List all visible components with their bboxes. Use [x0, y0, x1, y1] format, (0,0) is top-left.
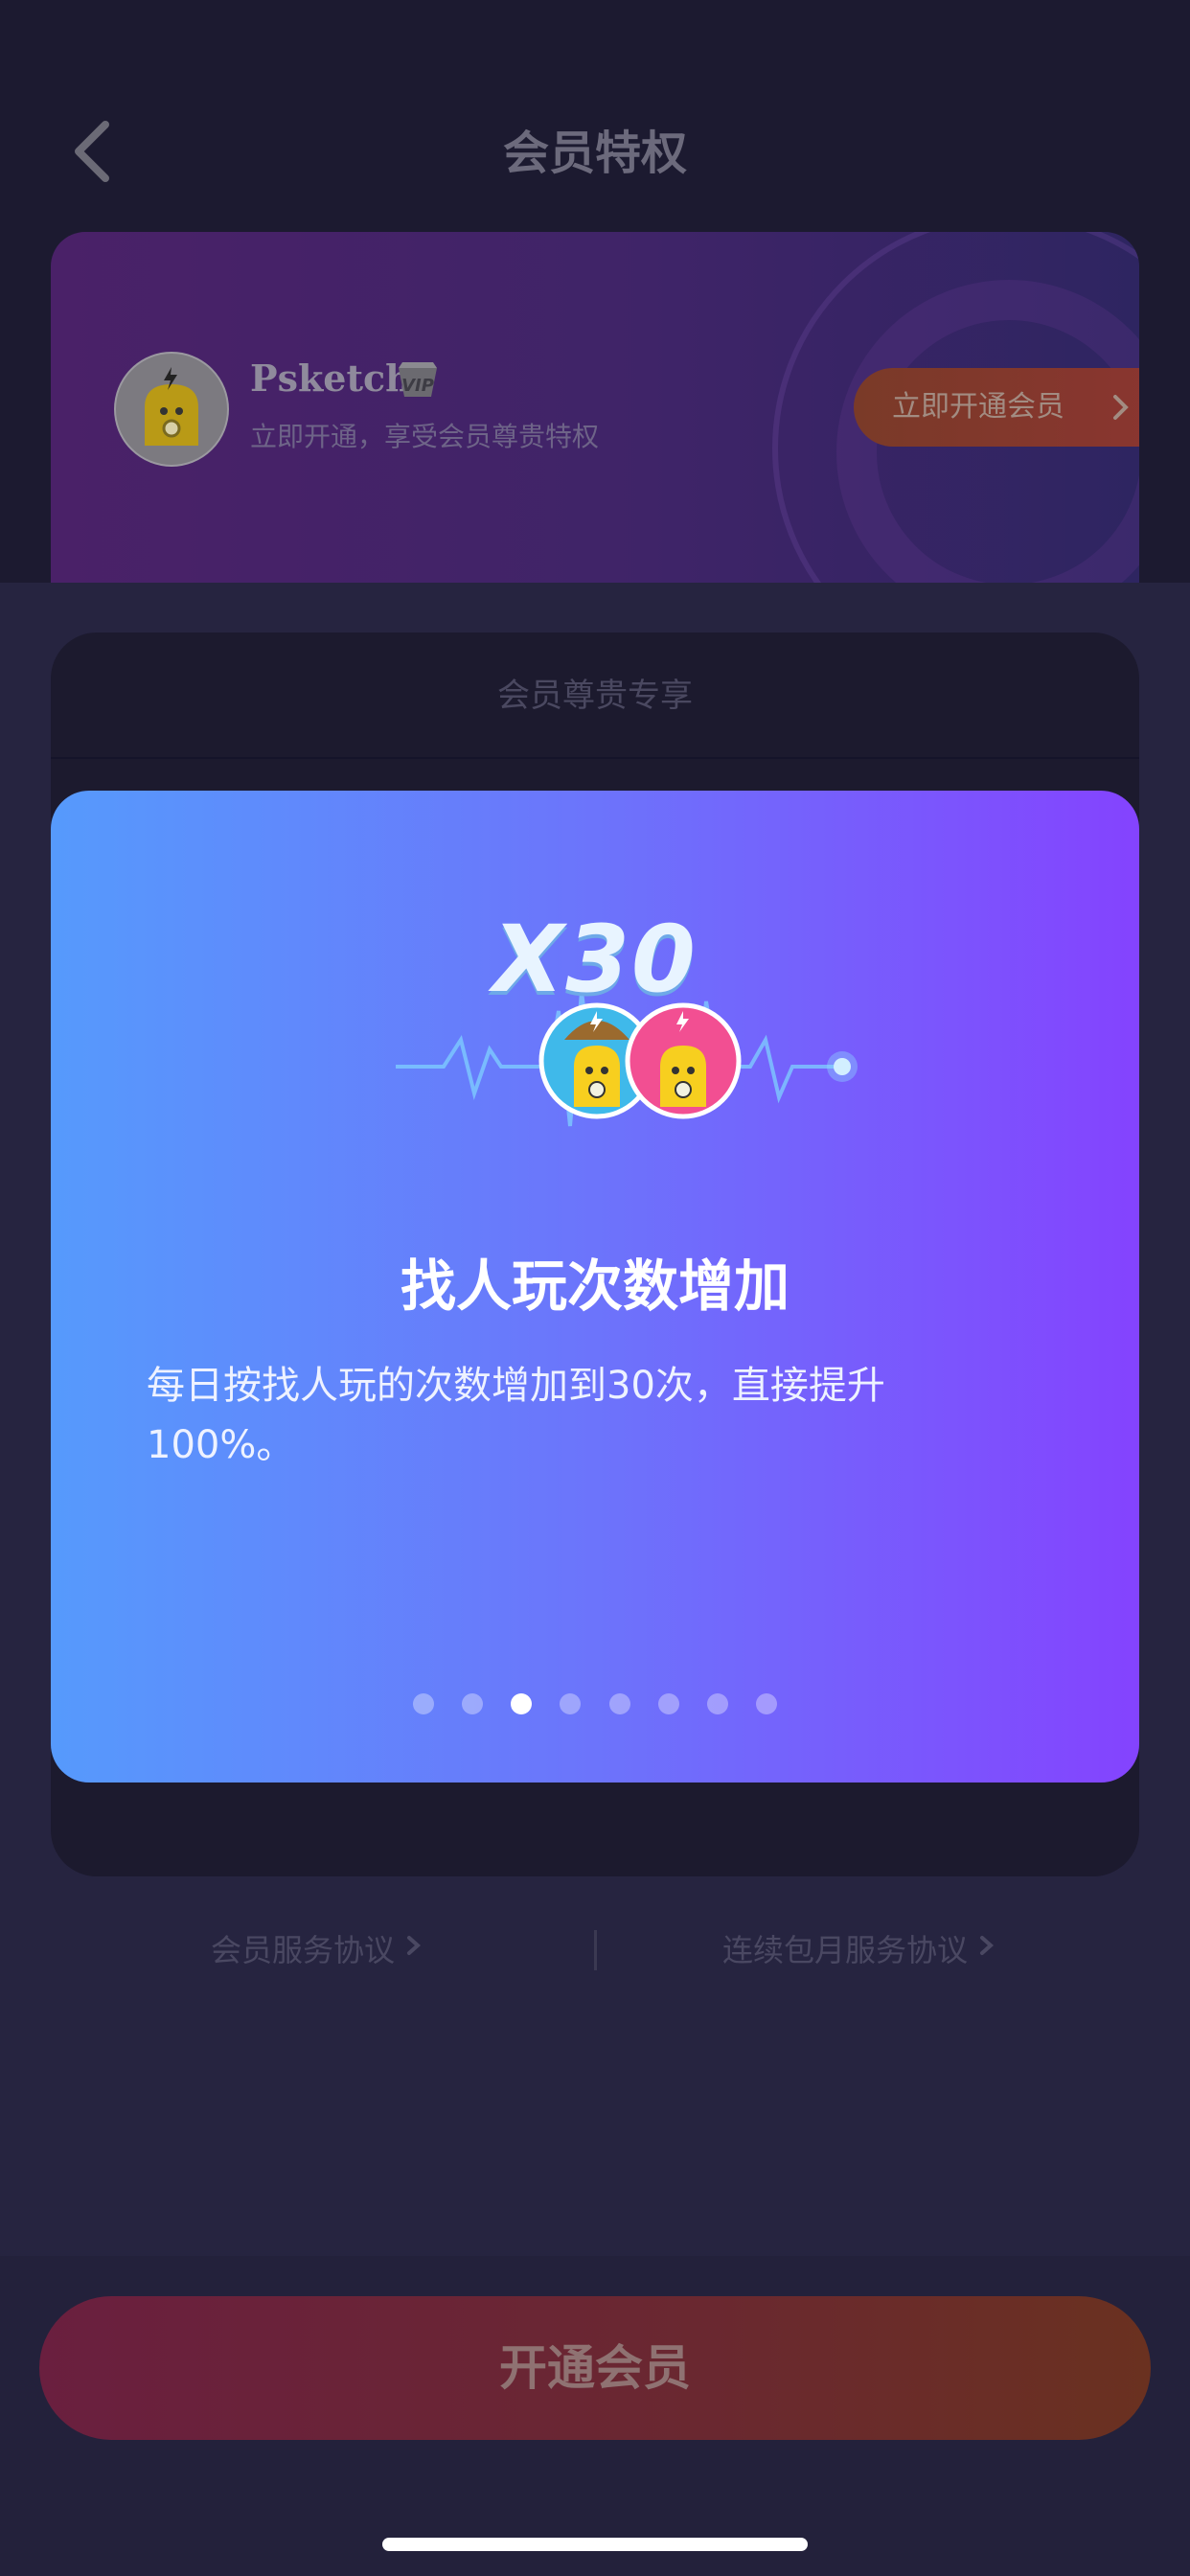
privilege-detail-card[interactable]: X30 找人玩次数增加 每日按找人玩的次数增加到30次，直接提升100%。 — [51, 791, 1139, 1782]
vip-profile-card: Psketch VIP 立即开通，享受会员尊贵特权 立即开通会员 — [51, 232, 1139, 583]
chevron-right-icon — [407, 1936, 422, 1955]
page-dot[interactable] — [462, 1693, 484, 1714]
home-indicator[interactable] — [382, 2538, 808, 2551]
page-dot[interactable] — [657, 1693, 679, 1714]
member-service-agreement-label: 会员服务协议 — [211, 1932, 396, 1968]
page-dot[interactable] — [706, 1693, 728, 1714]
page-title: 会员特权 — [502, 126, 687, 180]
page-dot[interactable] — [755, 1693, 777, 1714]
open-membership-button[interactable]: 立即开通会员 — [854, 368, 1139, 447]
auto-renew-agreement-label: 连续包月服务协议 — [722, 1932, 969, 1968]
page-dot-active[interactable] — [511, 1693, 533, 1714]
divider — [594, 1930, 597, 1970]
privilege-description: 每日按找人玩的次数增加到30次，直接提升100%。 — [147, 1364, 885, 1467]
agreement-links: 会员服务协议 连续包月服务协议 — [0, 1926, 1190, 1984]
open-membership-label: 立即开通会员 — [892, 390, 1064, 424]
ghost-avatar-icon — [145, 367, 198, 446]
pagination-dots[interactable] — [51, 1693, 1139, 1714]
vip-subtitle: 立即开通，享受会员尊贵特权 — [250, 421, 600, 452]
privilege-title: 找人玩次数增加 — [400, 1254, 790, 1319]
page-dot[interactable] — [413, 1693, 435, 1714]
open-membership-cta-button[interactable]: 开通会员 — [39, 2296, 1151, 2440]
member-service-agreement-link[interactable]: 会员服务协议 — [211, 1926, 423, 1970]
vip-badge-label: VIP — [401, 376, 434, 396]
multiplier-label: X30 — [492, 906, 698, 1013]
divider — [51, 757, 1139, 759]
chevron-right-icon — [1110, 368, 1132, 477]
username: Psketch — [250, 356, 412, 400]
vip-badge-icon: VIP — [393, 358, 443, 404]
chevron-right-icon — [980, 1936, 995, 1955]
panel-title: 会员尊贵专享 — [497, 677, 693, 715]
page-dot[interactable] — [608, 1693, 630, 1714]
page-dot[interactable] — [560, 1693, 582, 1714]
avatar[interactable] — [114, 352, 229, 467]
auto-renew-agreement-link[interactable]: 连续包月服务协议 — [722, 1926, 996, 1970]
